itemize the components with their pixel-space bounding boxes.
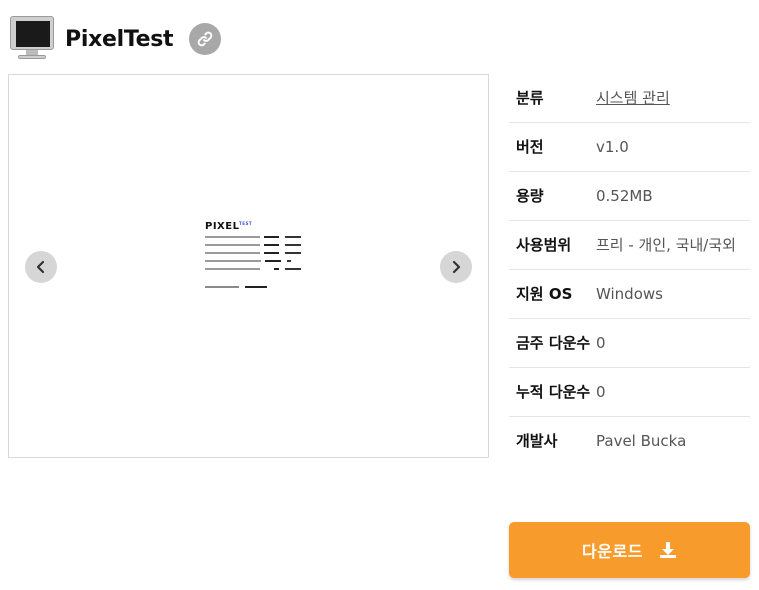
info-value: 프리 - 개인, 국내/국외 — [596, 236, 736, 254]
info-row-size: 용량 0.52MB — [509, 172, 750, 221]
info-label: 버전 — [516, 138, 544, 156]
info-row-os: 지원 OS Windows — [509, 270, 750, 319]
download-button[interactable]: 다운로드 — [509, 522, 750, 578]
info-value: v1.0 — [596, 138, 629, 156]
info-row-license: 사용범위 프리 - 개인, 국내/국외 — [509, 221, 750, 270]
info-row-developer: 개발사 Pavel Bucka — [509, 417, 750, 465]
link-icon — [197, 31, 213, 47]
monitor-icon — [8, 14, 56, 64]
gallery-next-button[interactable] — [440, 251, 472, 283]
app-header: PixelTest — [8, 14, 222, 64]
app-title: PixelTest — [65, 26, 174, 52]
chevron-right-icon — [452, 260, 461, 274]
info-value: 0 — [596, 383, 606, 401]
category-link[interactable]: 시스템 관리 — [596, 86, 750, 110]
copy-link-button[interactable] — [189, 23, 222, 55]
screenshot-gallery: PIXEL TEST — [8, 74, 489, 458]
info-value: 0 — [596, 334, 606, 352]
info-label: 용량 — [516, 187, 544, 205]
info-row-weekly-downloads: 금주 다운수 0 — [509, 319, 750, 368]
info-value: Pavel Bucka — [596, 432, 687, 450]
info-row-version: 버전 v1.0 — [509, 123, 750, 172]
gallery-prev-button[interactable] — [25, 251, 57, 283]
info-label: 사용범위 — [516, 236, 572, 254]
info-label: 분류 — [516, 89, 544, 107]
screenshot-preview[interactable]: PIXEL TEST — [205, 221, 302, 301]
info-value: 0.52MB — [596, 187, 653, 205]
info-label: 금주 다운수 — [516, 334, 591, 352]
info-value: Windows — [596, 285, 663, 303]
info-label: 개발사 — [516, 432, 558, 450]
app-info-table: 분류 시스템 관리 버전 v1.0 용량 0.52MB 사용범위 프리 - 개인… — [509, 74, 750, 465]
chevron-left-icon — [36, 260, 45, 274]
download-button-label: 다운로드 — [582, 542, 643, 561]
info-row-total-downloads: 누적 다운수 0 — [509, 368, 750, 417]
info-row-category: 분류 시스템 관리 — [509, 74, 750, 123]
preview-logo: PIXEL TEST — [205, 221, 253, 232]
info-label: 지원 OS — [516, 285, 573, 303]
download-icon — [659, 541, 677, 559]
info-label: 누적 다운수 — [516, 383, 591, 401]
